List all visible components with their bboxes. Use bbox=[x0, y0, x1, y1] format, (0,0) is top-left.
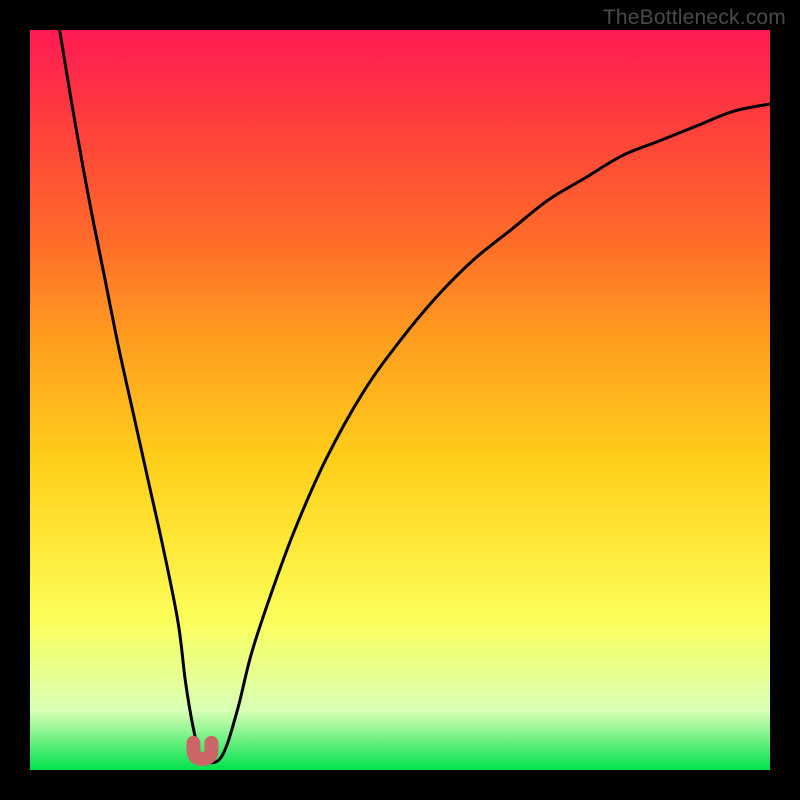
plot-area bbox=[30, 30, 770, 770]
chart-frame: TheBottleneck.com bbox=[0, 0, 800, 800]
optimal-marker bbox=[193, 743, 211, 759]
watermark-label: TheBottleneck.com bbox=[603, 6, 786, 30]
bottleneck-curve bbox=[60, 30, 770, 763]
curve-layer bbox=[30, 30, 770, 770]
